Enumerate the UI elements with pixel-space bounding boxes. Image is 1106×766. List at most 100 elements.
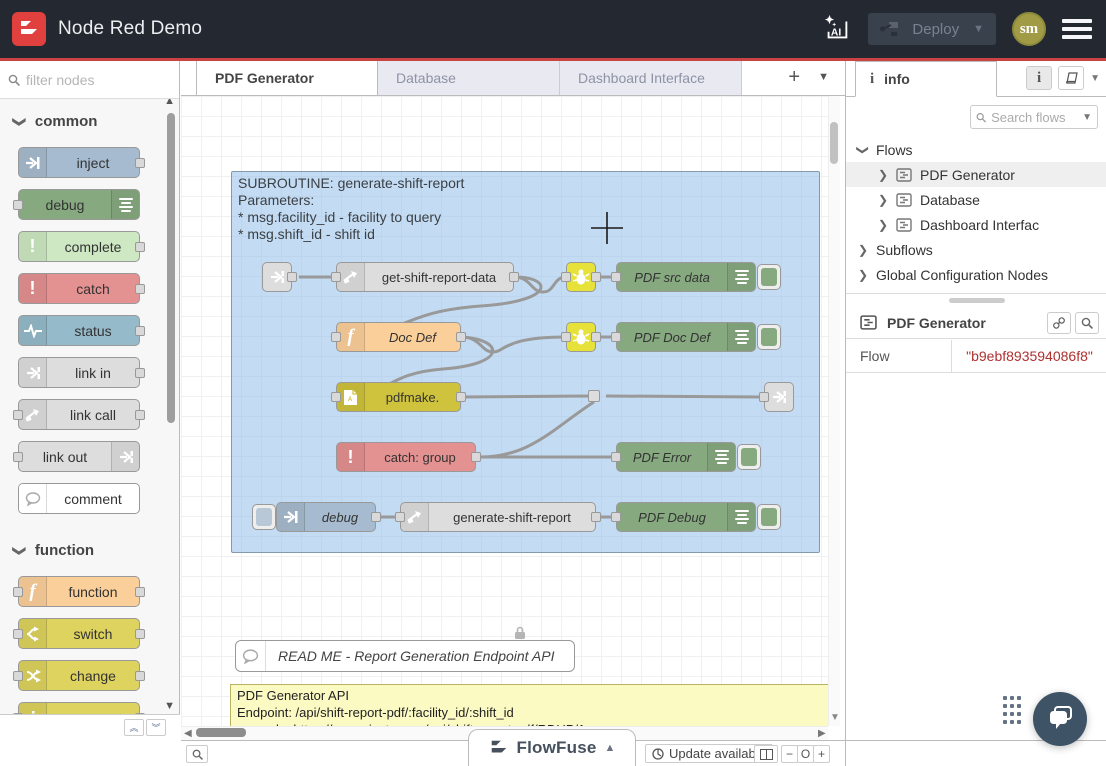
expand-all-button[interactable]: ︾ bbox=[146, 719, 166, 736]
palette-category-function[interactable]: ❯ function bbox=[0, 528, 179, 565]
horizontal-scrollbar-thumb[interactable] bbox=[196, 728, 246, 737]
scroll-up-icon[interactable]: ▲ bbox=[164, 99, 175, 107]
ai-assistant-button[interactable]: AI bbox=[822, 14, 852, 44]
debug-toggle-button[interactable] bbox=[757, 264, 781, 290]
add-tab-button[interactable]: + bbox=[788, 67, 800, 87]
scroll-left-icon[interactable]: ◀ bbox=[184, 728, 192, 739]
palette-node-link-in[interactable]: link in bbox=[18, 357, 140, 388]
search-button[interactable] bbox=[1075, 312, 1099, 334]
debug-toggle-button[interactable] bbox=[757, 504, 781, 530]
palette-node-catch[interactable]: ! catch bbox=[18, 273, 140, 304]
node-pdf-doc-def[interactable]: PDF Doc Def bbox=[616, 322, 756, 352]
node-link-out[interactable] bbox=[764, 382, 794, 412]
help-book-button[interactable] bbox=[1058, 66, 1084, 90]
output-port[interactable] bbox=[371, 512, 381, 522]
input-port[interactable] bbox=[611, 512, 621, 522]
collapse-all-button[interactable]: ︽ bbox=[124, 719, 144, 736]
debug-toggle-button[interactable] bbox=[757, 324, 781, 350]
node-pdf-src-data[interactable]: PDF src data bbox=[616, 262, 756, 292]
palette-node-complete[interactable]: ! complete bbox=[18, 231, 140, 262]
output-port[interactable] bbox=[456, 392, 466, 402]
node-generate-shift-report[interactable]: generate-shift-report bbox=[400, 502, 596, 532]
output-port[interactable] bbox=[471, 452, 481, 462]
filter-nodes-input[interactable] bbox=[26, 72, 156, 88]
output-port[interactable] bbox=[135, 326, 145, 336]
input-port[interactable] bbox=[13, 629, 23, 639]
output-port[interactable] bbox=[135, 158, 145, 168]
input-port[interactable] bbox=[611, 272, 621, 282]
output-port[interactable] bbox=[135, 368, 145, 378]
node-catch-group[interactable]: ! catch: group bbox=[336, 442, 476, 472]
palette-node-inject[interactable]: inject bbox=[18, 147, 140, 178]
chat-widget-button[interactable] bbox=[1033, 692, 1087, 746]
output-port[interactable] bbox=[135, 242, 145, 252]
palette-search[interactable] bbox=[0, 61, 179, 99]
palette-node-link-call[interactable]: link call bbox=[18, 399, 140, 430]
deploy-button[interactable]: Deploy ▼ bbox=[868, 13, 996, 45]
info-tab-button[interactable]: i bbox=[1026, 66, 1052, 90]
node-pdfmake[interactable]: A pdfmake. bbox=[336, 382, 461, 412]
prop-value-flow-id[interactable]: "b9ebf893594086f8" bbox=[952, 340, 1106, 372]
tree-item-database[interactable]: ❯ Database bbox=[846, 187, 1106, 212]
node-debug-inject[interactable]: debug bbox=[276, 502, 376, 532]
node-pdf-error[interactable]: PDF Error bbox=[616, 442, 736, 472]
node-link-in[interactable] bbox=[262, 262, 292, 292]
input-port[interactable] bbox=[331, 332, 341, 342]
search-flows-button[interactable] bbox=[186, 745, 208, 763]
scroll-right-icon[interactable]: ▶ bbox=[818, 728, 826, 739]
node-get-shift-report-data[interactable]: get-shift-report-data bbox=[336, 262, 514, 292]
palette-scrollbar[interactable] bbox=[167, 113, 175, 423]
input-port[interactable] bbox=[331, 272, 341, 282]
menu-icon[interactable] bbox=[1062, 19, 1092, 39]
debug-toggle-button[interactable] bbox=[737, 444, 761, 470]
tree-item-dashboard-interface[interactable]: ❯ Dashboard Interfac bbox=[846, 212, 1106, 237]
output-port[interactable] bbox=[135, 671, 145, 681]
input-port[interactable] bbox=[13, 452, 23, 462]
palette-node-range[interactable]: range bbox=[18, 702, 140, 714]
avatar[interactable]: sm bbox=[1012, 12, 1046, 46]
tree-item-pdf-generator[interactable]: ❯ PDF Generator bbox=[846, 162, 1106, 187]
navigator-button[interactable] bbox=[754, 745, 778, 763]
input-port[interactable] bbox=[331, 392, 341, 402]
palette-node-switch[interactable]: switch bbox=[18, 618, 140, 649]
sidebar-caret-icon[interactable]: ▼ bbox=[1090, 73, 1100, 84]
palette-node-status[interactable]: status bbox=[18, 315, 140, 346]
output-port[interactable] bbox=[135, 587, 145, 597]
zoom-in-button[interactable]: + bbox=[813, 745, 830, 763]
input-port[interactable] bbox=[611, 332, 621, 342]
output-port[interactable] bbox=[287, 272, 297, 282]
zoom-reset-button[interactable]: O bbox=[797, 745, 814, 763]
palette-node-change[interactable]: change bbox=[18, 660, 140, 691]
node-bug-1[interactable] bbox=[566, 262, 596, 292]
input-port[interactable] bbox=[561, 332, 571, 342]
output-port[interactable] bbox=[509, 272, 519, 282]
vertical-scrollbar-thumb[interactable] bbox=[830, 122, 838, 164]
vertical-scrollbar[interactable] bbox=[828, 96, 840, 726]
tab-list-caret-icon[interactable]: ▼ bbox=[818, 71, 829, 83]
tree-item-global-config[interactable]: ❯ Global Configuration Nodes bbox=[846, 262, 1106, 287]
flowfuse-button[interactable]: FlowFuse ▲ bbox=[468, 729, 636, 766]
output-port[interactable] bbox=[456, 332, 466, 342]
tab-dashboard-interface[interactable]: Dashboard Interface bbox=[560, 60, 742, 95]
output-port[interactable] bbox=[591, 272, 601, 282]
node-doc-def[interactable]: f Doc Def bbox=[336, 322, 461, 352]
tab-info[interactable]: i info bbox=[855, 61, 997, 97]
drag-handle-dots[interactable] bbox=[1003, 696, 1024, 728]
tree-item-flows[interactable]: ❯ Flows bbox=[846, 137, 1106, 162]
palette-node-comment[interactable]: comment bbox=[18, 483, 140, 514]
tab-database[interactable]: Database bbox=[378, 60, 560, 95]
flow-canvas[interactable]: SUBROUTINE: generate-shift-report Parame… bbox=[181, 96, 828, 726]
output-port[interactable] bbox=[591, 512, 601, 522]
api-note-group[interactable]: PDF Generator API Endpoint: /api/shift-r… bbox=[230, 684, 828, 726]
output-port[interactable] bbox=[591, 332, 601, 342]
sidebar-splitter[interactable] bbox=[846, 293, 1106, 303]
wire-junction[interactable] bbox=[588, 390, 600, 402]
input-port[interactable] bbox=[13, 587, 23, 597]
search-flows-input[interactable] bbox=[991, 110, 1077, 125]
input-port[interactable] bbox=[13, 671, 23, 681]
input-port[interactable] bbox=[561, 272, 571, 282]
node-readme-comment[interactable]: READ ME - Report Generation Endpoint API bbox=[235, 640, 575, 672]
palette-category-common[interactable]: ❯ common bbox=[0, 99, 179, 136]
output-port[interactable] bbox=[135, 629, 145, 639]
input-port[interactable] bbox=[13, 410, 23, 420]
